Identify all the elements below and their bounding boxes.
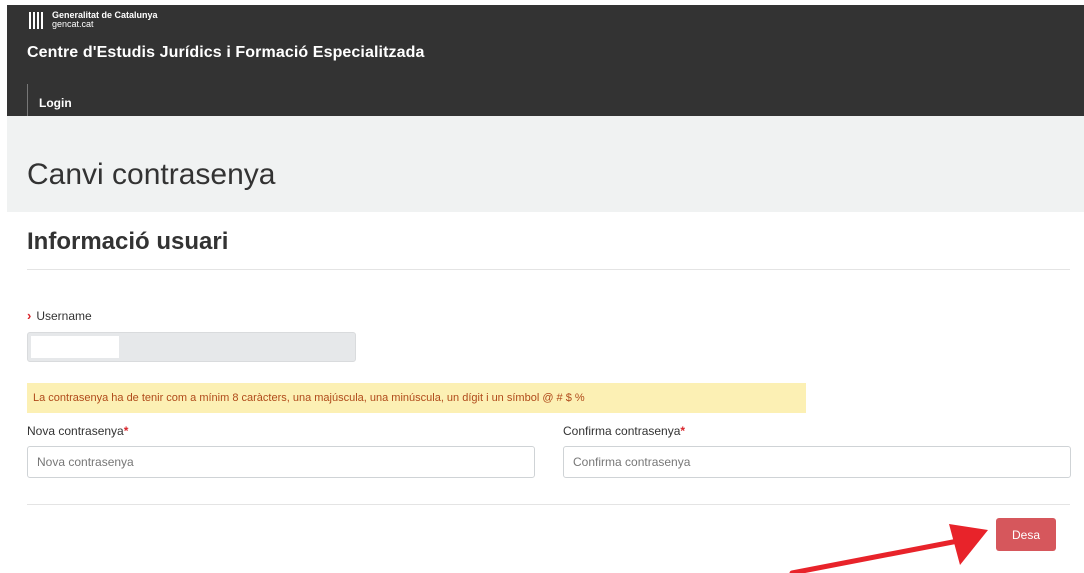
change-password-form: Informació usuari › Username La contrase… (7, 212, 1084, 573)
generalitat-logo-icon (28, 11, 46, 30)
new-password-label-text: Nova contrasenya (27, 424, 124, 438)
confirm-password-label-text: Confirma contrasenya (563, 424, 681, 438)
page-title: Canvi contrasenya (27, 158, 276, 191)
form-divider (27, 504, 1070, 505)
page-title-bar: Canvi contrasenya (7, 116, 1084, 212)
username-value (31, 336, 119, 358)
new-password-label: Nova contrasenya* (27, 424, 128, 438)
site-header: Generalitat de Catalunya gencat.cat Cent… (7, 5, 1084, 121)
confirm-password-input[interactable] (563, 446, 1071, 478)
username-label-text: Username (36, 308, 92, 323)
required-mark: * (680, 424, 686, 438)
username-label: › Username (27, 308, 92, 323)
save-button[interactable]: Desa (996, 518, 1056, 551)
required-mark: * (123, 424, 129, 438)
site-title[interactable]: Centre d'Estudis Jurídics i Formació Esp… (27, 44, 424, 62)
screen-frame-left (0, 0, 7, 573)
brand-domain: gencat.cat (52, 19, 94, 29)
confirm-password-label: Confirma contrasenya* (563, 424, 685, 438)
brand[interactable]: Generalitat de Catalunya gencat.cat (28, 11, 158, 30)
brand-text: Generalitat de Catalunya gencat.cat (52, 11, 158, 29)
username-field (27, 332, 356, 362)
new-password-input[interactable] (27, 446, 535, 478)
section-divider (27, 269, 1070, 270)
section-title: Informació usuari (27, 228, 229, 255)
chevron-right-icon: › (27, 308, 32, 323)
nav-item-login[interactable]: Login (39, 96, 72, 110)
password-rules-alert: La contrasenya ha de tenir com a mínim 8… (27, 383, 806, 413)
